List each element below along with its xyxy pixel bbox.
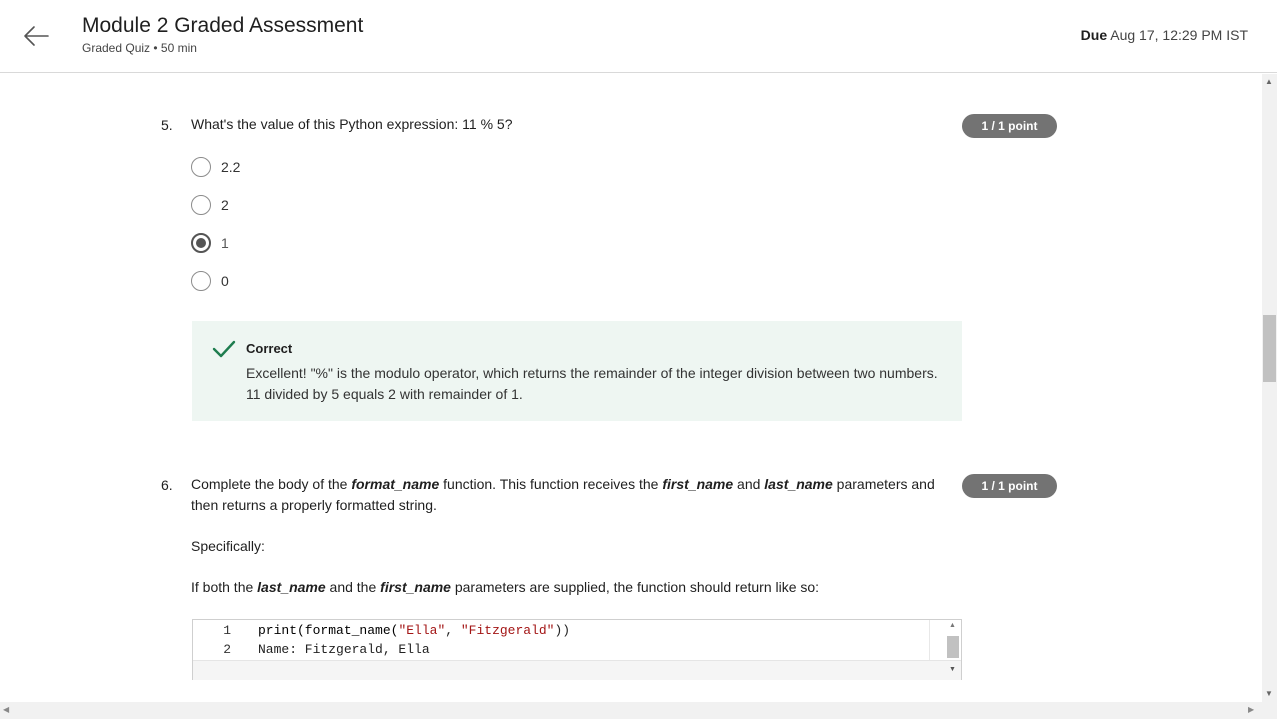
radio-button-checked[interactable] [191, 233, 211, 253]
code-line: 2 Name: Fitzgerald, Ella [193, 640, 929, 659]
code-scroll-thumb[interactable] [947, 636, 959, 658]
radio-button[interactable] [191, 195, 211, 215]
option-label: 2.2 [221, 159, 241, 175]
page-title: Module 2 Graded Assessment [82, 14, 364, 37]
points-badge: 1 / 1 point [962, 474, 1057, 498]
scroll-up-icon[interactable]: ▲ [949, 622, 956, 629]
code-editor[interactable]: 1 print(format_name("Ella", "Fitzgerald"… [192, 619, 962, 680]
due-value: Aug 17, 12:29 PM IST [1110, 27, 1248, 43]
feedback-text: Excellent! "%" is the modulo operator, w… [246, 365, 938, 402]
answer-option[interactable]: 0 [191, 270, 229, 292]
code-text: print(format_name("Ella", "Fitzgerald")) [258, 623, 571, 638]
question-text: Complete the body of the format_name fun… [191, 476, 935, 513]
due-label: Due [1080, 27, 1108, 43]
option-label: 0 [221, 273, 229, 289]
feedback-title: Correct [246, 341, 293, 356]
param-name: first_name [662, 476, 734, 492]
radio-button[interactable] [191, 157, 211, 177]
param-name: last_name [257, 579, 326, 595]
option-label: 2 [221, 197, 229, 213]
quiz-header: Module 2 Graded Assessment Graded Quiz •… [0, 0, 1277, 73]
param-name: last_name [764, 476, 833, 492]
back-button[interactable] [18, 20, 54, 52]
arrow-left-icon [24, 26, 49, 46]
question-text: What's the value of this Python expressi… [191, 116, 513, 132]
function-name: format_name [351, 476, 440, 492]
radio-button[interactable] [191, 271, 211, 291]
question-number: 5. [161, 117, 173, 133]
answer-option[interactable]: 2.2 [191, 156, 240, 178]
code-horizontal-scrollbar[interactable] [193, 660, 961, 680]
due-date: Due Aug 17, 12:29 PM IST [1081, 27, 1248, 43]
scroll-down-icon[interactable]: ▼ [1265, 689, 1273, 698]
page-vertical-scrollbar[interactable] [1262, 74, 1277, 702]
scroll-down-icon[interactable]: ▼ [949, 666, 956, 673]
page-horizontal-scrollbar[interactable] [0, 702, 1277, 719]
question-paragraph: If both the last_name and the first_name… [191, 579, 820, 595]
answer-option[interactable]: 2 [191, 194, 229, 216]
scroll-left-icon[interactable]: ◀ [3, 705, 9, 714]
scroll-right-icon[interactable]: ▶ [1248, 705, 1254, 714]
question-paragraph: Specifically: [191, 538, 265, 554]
code-line: 1 print(format_name("Ella", "Fitzgerald"… [193, 621, 929, 640]
param-name: first_name [380, 579, 451, 595]
feedback-panel: Correct Excellent! "%" is the modulo ope… [192, 321, 962, 421]
answer-option-selected[interactable]: 1 [191, 232, 229, 254]
option-label: 1 [221, 235, 229, 251]
scroll-up-icon[interactable]: ▲ [1265, 77, 1273, 86]
checkmark-icon [212, 340, 236, 358]
points-badge: 1 / 1 point [962, 114, 1057, 138]
question-number: 6. [161, 477, 173, 493]
line-number: 2 [223, 642, 231, 657]
code-text: Name: Fitzgerald, Ella [258, 642, 430, 657]
code-content[interactable]: 1 print(format_name("Ella", "Fitzgerald"… [193, 620, 929, 660]
page-scroll-thumb[interactable] [1263, 315, 1276, 382]
quiz-content[interactable]: 5. What's the value of this Python expre… [0, 74, 1262, 702]
quiz-meta: Graded Quiz • 50 min [82, 41, 197, 55]
line-number: 1 [223, 623, 231, 638]
